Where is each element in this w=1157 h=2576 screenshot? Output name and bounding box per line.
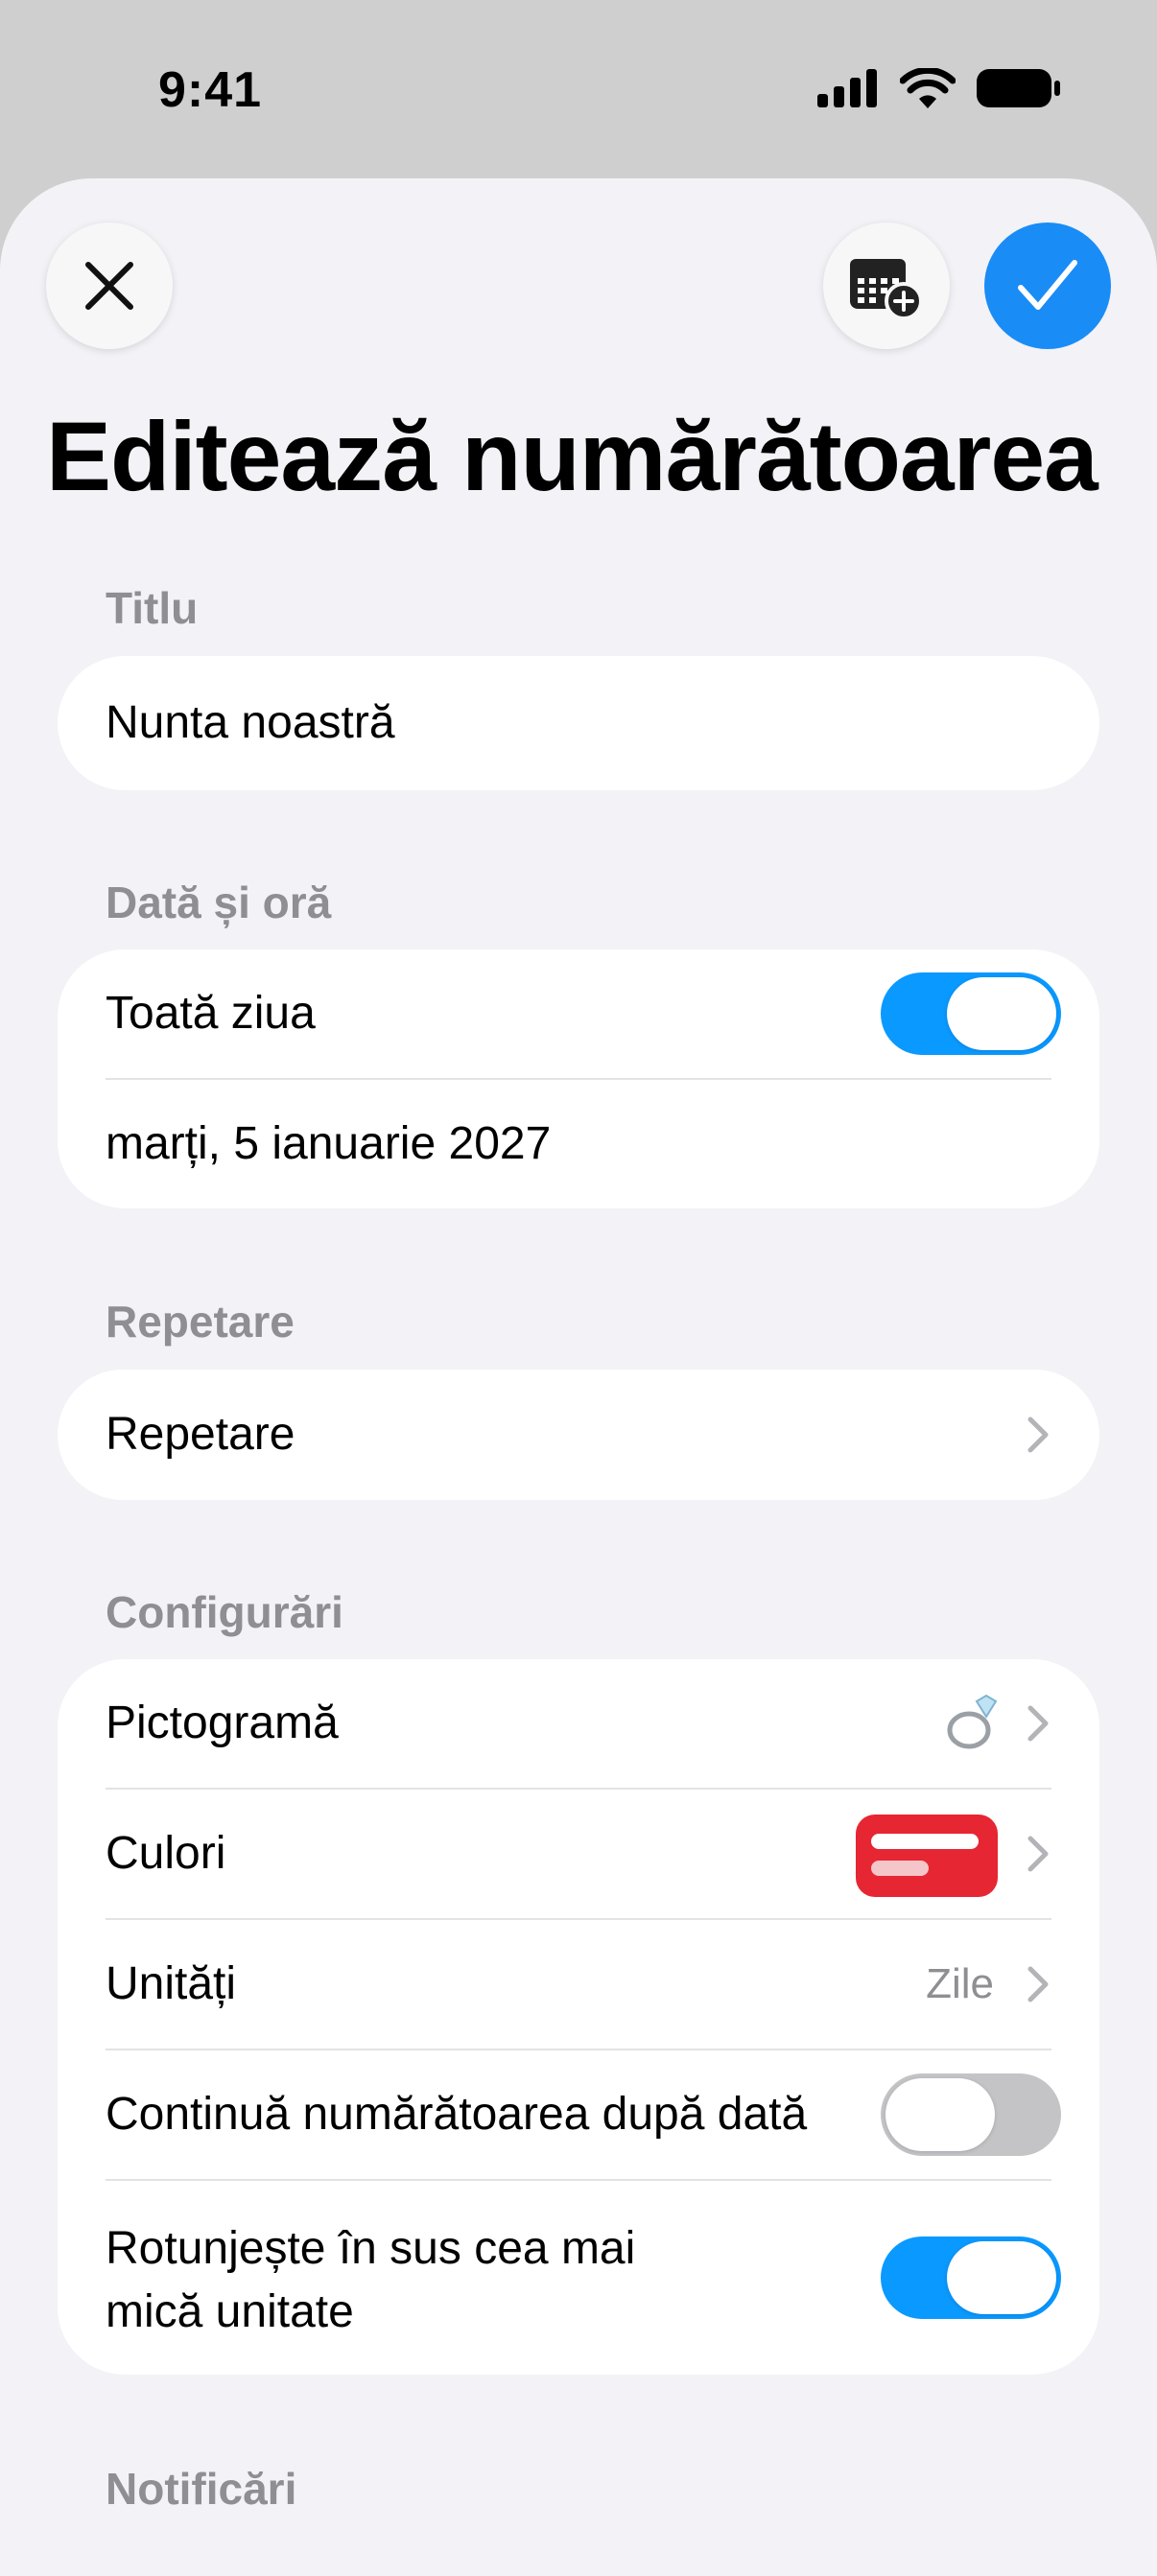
section-label-datetime: Dată și oră — [106, 878, 332, 927]
wifi-icon — [900, 68, 956, 108]
title-input-value: Nunta noastră — [106, 697, 395, 748]
swatch-bar — [871, 1834, 979, 1849]
chevron-right-icon — [1027, 1417, 1049, 1453]
units-label: Unități — [106, 1958, 237, 2009]
date-row[interactable]: marți, 5 ianuarie 2027 — [58, 1080, 1099, 1208]
round-up-label: Rotunjește în sus cea mai mică unitate — [106, 2217, 635, 2344]
units-value: Zile — [926, 1960, 994, 2007]
continue-label: Continuă numărătoarea după dată — [106, 2089, 808, 2140]
icon-row[interactable]: Pictogramă — [58, 1659, 1099, 1788]
units-row[interactable]: Unități Zile — [58, 1920, 1099, 2049]
continue-toggle[interactable] — [881, 2073, 1061, 2156]
section-label-repeat: Repetare — [106, 1297, 295, 1347]
continue-row: Continuă numărătoarea după dată — [58, 2050, 1099, 2179]
color-swatch — [856, 1815, 998, 1897]
title-card: Nunta noastră — [58, 656, 1099, 790]
chevron-right-icon — [1027, 1836, 1049, 1872]
round-up-label-line2: mică unitate — [106, 2286, 354, 2337]
close-icon — [85, 262, 133, 310]
repeat-row[interactable]: Repetare — [58, 1370, 1099, 1499]
date-value: marți, 5 ianuarie 2027 — [106, 1118, 552, 1169]
toggle-knob — [947, 2241, 1056, 2314]
icon-label: Pictogramă — [106, 1698, 339, 1748]
all-day-row: Toată ziua — [58, 949, 1099, 1078]
toggle-knob — [947, 977, 1056, 1050]
swatch-bar — [871, 1861, 929, 1876]
repeat-label: Repetare — [106, 1409, 295, 1460]
section-label-title: Titlu — [106, 583, 199, 633]
checkmark-icon — [1018, 260, 1077, 310]
all-day-toggle[interactable] — [881, 972, 1061, 1055]
cellular-signal-icon — [817, 69, 877, 107]
chevron-right-icon — [1027, 1966, 1049, 2002]
status-bar: 9:41 — [0, 0, 1157, 182]
round-up-row: Rotunjește în sus cea mai mică unitate — [58, 2181, 1099, 2375]
chevron-right-icon — [1027, 1705, 1049, 1742]
battery-icon — [977, 69, 1060, 107]
colors-row[interactable]: Culori — [58, 1790, 1099, 1918]
status-time: 9:41 — [158, 62, 263, 118]
repeat-card: Repetare — [58, 1370, 1099, 1500]
toggle-knob — [885, 2078, 995, 2151]
round-up-label-line1: Rotunjește în sus cea mai — [106, 2223, 636, 2274]
round-up-toggle[interactable] — [881, 2236, 1061, 2319]
title-input[interactable]: Nunta noastră — [58, 659, 1099, 787]
section-label-notifications: Notificări — [106, 2464, 297, 2514]
colors-label: Culori — [106, 1828, 226, 1879]
config-card: Pictogramă Culori Unități Zile Continuă … — [58, 1659, 1099, 2375]
status-icons — [817, 67, 1061, 109]
calendar-add-icon — [850, 259, 923, 320]
done-button[interactable] — [984, 222, 1111, 349]
datetime-card: Toată ziua marți, 5 ianuarie 2027 — [58, 949, 1099, 1208]
section-label-config: Configurări — [106, 1587, 343, 1637]
all-day-label: Toată ziua — [106, 988, 316, 1039]
add-to-calendar-button[interactable] — [823, 222, 950, 349]
ring-icon — [947, 1694, 998, 1749]
page-title: Editează numărătoarea — [46, 402, 1098, 511]
close-button[interactable] — [46, 222, 173, 349]
